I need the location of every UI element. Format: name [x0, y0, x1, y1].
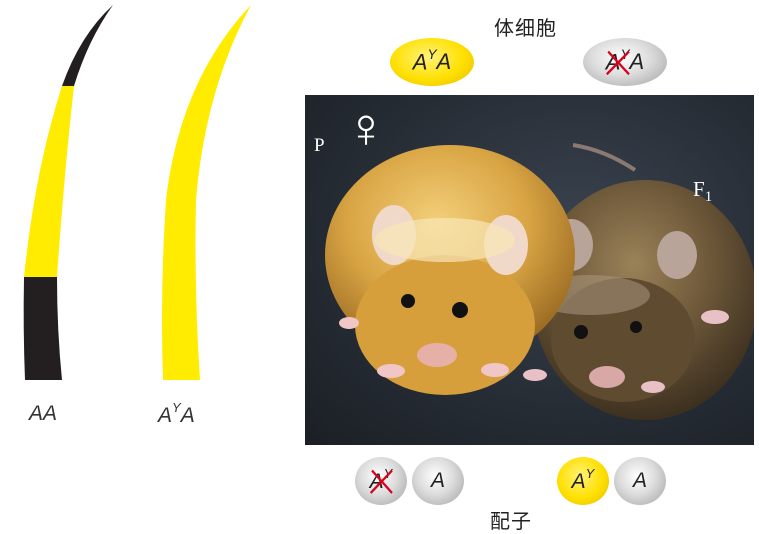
brown-mouse-tail — [572, 143, 637, 172]
agouti-hair-shaft — [23, 5, 113, 380]
yellow-mouse-parent — [325, 145, 575, 395]
agouti-genotype-label: AA — [29, 402, 57, 426]
somatic-cell-yellow: AY A — [390, 38, 474, 86]
strike-cross-icon — [605, 50, 630, 76]
gametes-title: 配子 — [490, 511, 532, 533]
yellow-genotype-label: AYA — [158, 400, 195, 427]
struck-allele: AY — [369, 466, 393, 494]
strike-cross-icon — [369, 469, 393, 494]
gamete-a-right: A — [614, 457, 666, 505]
female-symbol-icon: ♀ — [345, 98, 387, 160]
somatic-cells-title: 体细胞 — [494, 18, 557, 40]
f1-generation-label: F1 — [693, 177, 713, 206]
struck-allele: AY — [605, 47, 630, 76]
agouti-hair-black-tip — [62, 5, 113, 86]
agouti-hair-black-base — [23, 277, 63, 380]
hair-shafts-illustration — [23, 5, 251, 380]
gamete-ay: AY — [557, 457, 609, 505]
agouti-hair-yellow-band — [24, 86, 74, 277]
agouti-genotype-text: AA — [29, 402, 58, 425]
parent-generation-label: P — [314, 135, 325, 156]
mice-photo: P ♀ F1 — [305, 95, 754, 445]
gamete-struck-ay: AY — [355, 457, 407, 505]
yellow-genotype-text: AY — [158, 400, 181, 427]
somatic-cell-grey: AY A — [583, 38, 667, 86]
yellow-hair-shaft — [162, 5, 251, 380]
gamete-a-left: A — [412, 457, 464, 505]
